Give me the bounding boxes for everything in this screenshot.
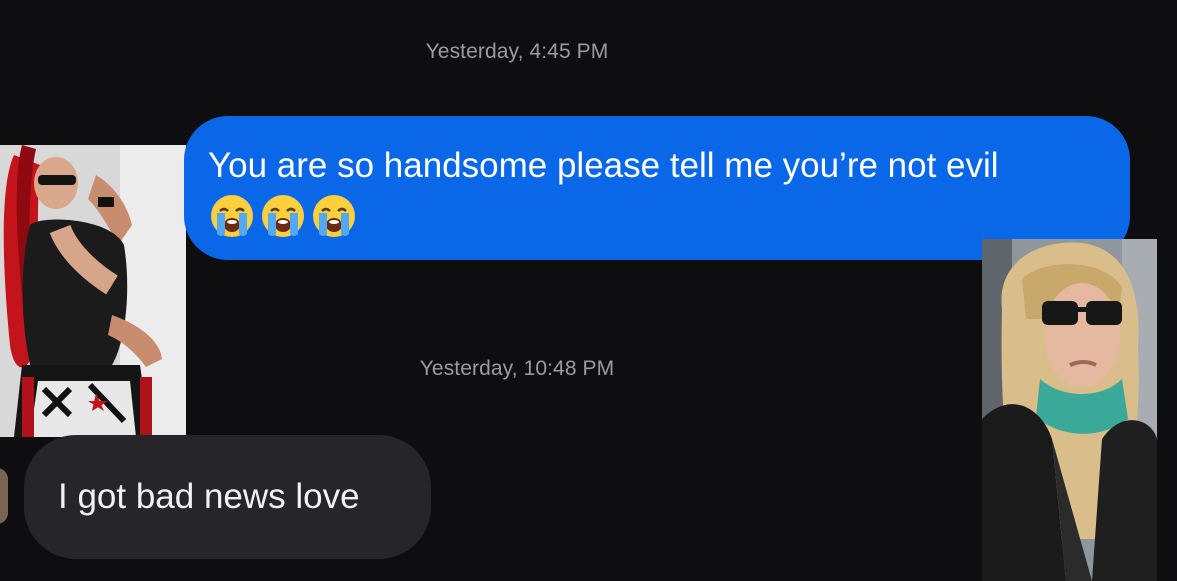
timestamp: Yesterday, 10:48 PM [419, 357, 615, 380]
message-received-text: I got bad news love [58, 477, 360, 516]
emoji-row [208, 192, 1100, 240]
crying-face-emoji-icon [211, 195, 253, 237]
crying-face-emoji-icon [262, 195, 304, 237]
crying-face-emoji-icon [313, 195, 355, 237]
message-sent-text: You are so handsome please tell me you’r… [208, 146, 999, 185]
timestamp: Yesterday, 4:45 PM [425, 40, 609, 63]
message-received-bubble[interactable]: I got bad news love [24, 435, 431, 559]
avatar[interactable] [0, 468, 8, 524]
sticker-sunglasses-photo [982, 239, 1157, 581]
sticker-wrestler-photo [0, 145, 186, 437]
